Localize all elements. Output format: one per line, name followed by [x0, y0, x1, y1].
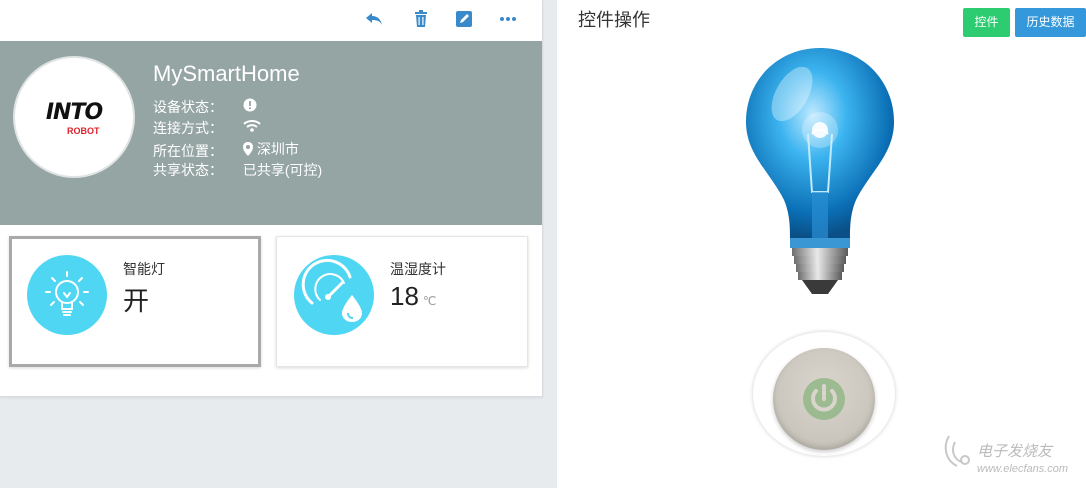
widget-value: 18 ℃ — [390, 281, 436, 312]
info-label: 共享状态： — [153, 162, 223, 178]
device-logo: INTO ROBOT — [13, 56, 135, 178]
temperature-value: 18 — [390, 281, 419, 311]
device-card: INTO ROBOT MySmartHome 设备状态： 连接方式： 所在位置：… — [0, 0, 543, 397]
logo-text: INTO — [45, 100, 103, 125]
tab-history[interactable]: 历史数据 — [1015, 8, 1086, 37]
watermark-logo-icon — [944, 435, 970, 467]
watermark: 电子发烧友 www.elecfans.com — [941, 432, 1081, 480]
info-label: 连接方式： — [153, 120, 223, 136]
bulb-icon — [27, 255, 107, 335]
share-value: 已共享(可控) — [242, 162, 323, 178]
power-icon — [803, 378, 845, 420]
widget-smart-light[interactable]: 智能灯 开 — [9, 236, 261, 367]
more-icon[interactable] — [497, 8, 519, 30]
info-row-status: 设备状态： — [153, 97, 257, 117]
widget-value: 开 — [123, 286, 150, 316]
trash-icon[interactable] — [410, 8, 432, 30]
info-row-location: 所在位置： 深圳市 — [153, 139, 299, 159]
widget-title: 温湿度计 — [390, 261, 446, 277]
power-button[interactable] — [773, 348, 875, 450]
toolbar — [0, 0, 542, 40]
info-label: 设备状态： — [153, 99, 223, 115]
info-label: 所在位置： — [153, 143, 223, 159]
watermark-url: www.elecfans.com — [977, 463, 1069, 475]
tab-control[interactable]: 控件 — [963, 8, 1010, 37]
info-row-connection: 连接方式： — [153, 118, 261, 138]
location-value: 深圳市 — [256, 141, 299, 157]
wifi-icon — [243, 120, 261, 132]
alert-icon — [243, 98, 257, 112]
info-row-share: 共享状态： 已共享(可控) — [153, 160, 322, 180]
device-name: MySmartHome — [153, 61, 300, 86]
control-title: 控件操作 — [578, 10, 650, 30]
watermark-title: 电子发烧友 — [977, 443, 1053, 460]
light-bulb-image — [746, 48, 894, 294]
widget-thermometer[interactable]: 温湿度计 18 ℃ — [276, 236, 528, 367]
device-header: INTO ROBOT MySmartHome 设备状态： 连接方式： 所在位置：… — [0, 41, 542, 225]
control-panel: 控件操作 控件 历史数据 电子发烧友 www.elecfans.com — [557, 0, 1086, 488]
widget-title: 智能灯 — [123, 261, 165, 277]
location-icon — [242, 142, 253, 156]
reply-icon[interactable] — [363, 8, 385, 30]
logo-subtext: ROBOT — [67, 126, 100, 136]
temperature-unit: ℃ — [422, 294, 437, 308]
edit-icon[interactable] — [453, 8, 475, 30]
gauge-drop-icon — [294, 255, 374, 335]
